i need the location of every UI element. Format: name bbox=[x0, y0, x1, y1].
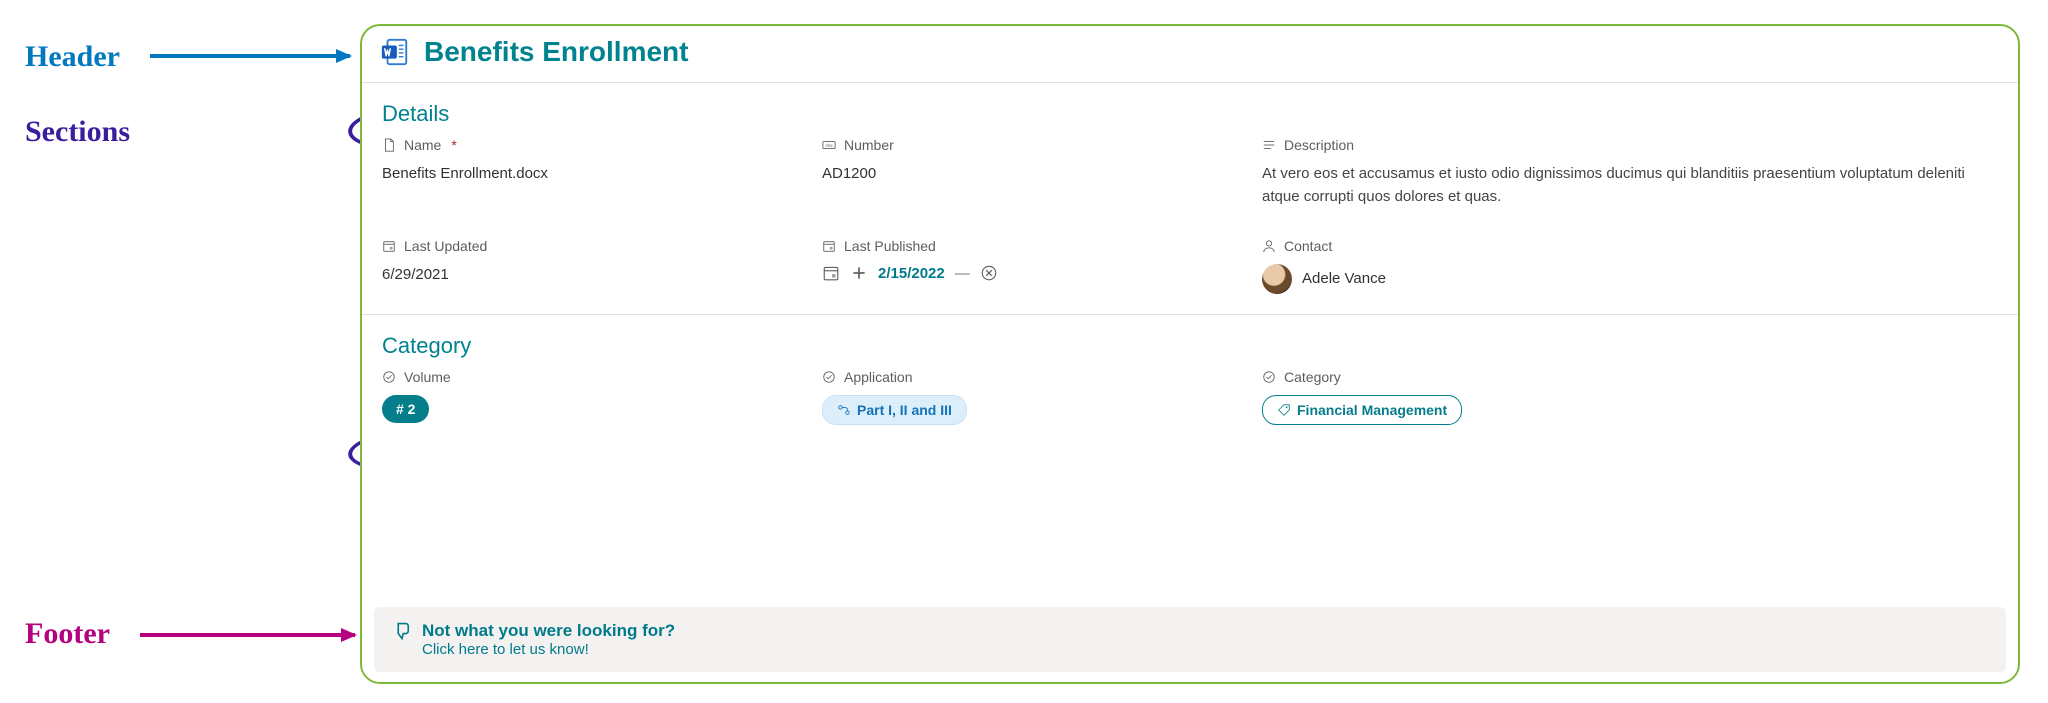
section-heading-category: Category bbox=[362, 315, 2018, 369]
avatar[interactable] bbox=[1262, 264, 1292, 294]
person-icon bbox=[1262, 239, 1276, 253]
category-grid: Volume # 2 Application Part I, II and II… bbox=[362, 369, 2018, 445]
field-last-published-value[interactable]: 2/15/2022 bbox=[878, 265, 945, 282]
footer-feedback-link[interactable]: Click here to let us know! bbox=[422, 641, 589, 658]
footer-question: Not what you were looking for? bbox=[422, 621, 675, 641]
field-description: Description At vero eos et accusamus et … bbox=[1262, 137, 1998, 208]
flow-icon bbox=[837, 403, 851, 417]
panel-footer: Not what you were looking for? Click her… bbox=[374, 607, 2006, 672]
abc-icon: Abc bbox=[822, 138, 836, 152]
annotation-header-label: Header bbox=[25, 40, 120, 74]
field-category-label: Category bbox=[1284, 369, 1341, 385]
lines-icon bbox=[1262, 138, 1276, 152]
check-circle-icon bbox=[382, 370, 396, 384]
field-volume-label: Volume bbox=[404, 369, 451, 385]
field-last-updated-value[interactable]: 6/29/2021 bbox=[382, 264, 802, 287]
clear-date-icon[interactable] bbox=[980, 264, 998, 282]
field-contact-label: Contact bbox=[1284, 238, 1332, 254]
form-panel: Benefits Enrollment Details Name * Benef… bbox=[360, 24, 2020, 684]
word-doc-icon bbox=[380, 37, 410, 67]
volume-badge-text: # 2 bbox=[396, 401, 415, 417]
field-name-label: Name bbox=[404, 137, 441, 153]
calendar-icon bbox=[382, 239, 396, 253]
application-badge[interactable]: Part I, II and III bbox=[822, 395, 967, 425]
panel-header: Benefits Enrollment bbox=[362, 26, 2018, 83]
annotation-sections-label: Sections bbox=[25, 115, 130, 149]
volume-badge[interactable]: # 2 bbox=[382, 395, 429, 423]
page-title: Benefits Enrollment bbox=[424, 36, 688, 68]
field-name: Name * Benefits Enrollment.docx bbox=[382, 137, 802, 208]
check-circle-icon bbox=[822, 370, 836, 384]
thumbs-down-icon bbox=[392, 621, 412, 641]
field-last-published-label: Last Published bbox=[844, 238, 936, 254]
field-last-updated-label: Last Updated bbox=[404, 238, 487, 254]
check-circle-icon bbox=[1262, 370, 1276, 384]
calendar-picker-icon[interactable] bbox=[822, 264, 840, 282]
plus-icon[interactable] bbox=[850, 264, 868, 282]
field-volume: Volume # 2 bbox=[382, 369, 802, 425]
annotation-footer-label: Footer bbox=[25, 617, 110, 651]
details-grid: Name * Benefits Enrollment.docx Abc Numb… bbox=[362, 137, 2018, 314]
field-last-published: Last Published 2/15/2022 — bbox=[822, 238, 1242, 294]
field-name-value[interactable]: Benefits Enrollment.docx bbox=[382, 163, 802, 186]
category-badge-text: Financial Management bbox=[1297, 402, 1447, 418]
field-contact-value[interactable]: Adele Vance bbox=[1302, 268, 1386, 291]
field-application-label: Application bbox=[844, 369, 913, 385]
field-category: Category Financial Management bbox=[1262, 369, 1998, 425]
field-description-value[interactable]: At vero eos et accusamus et iusto odio d… bbox=[1262, 163, 1998, 208]
field-number-value[interactable]: AD1200 bbox=[822, 163, 1242, 186]
separator-dash: — bbox=[955, 265, 970, 282]
field-contact: Contact Adele Vance bbox=[1262, 238, 1998, 294]
calendar-icon bbox=[822, 239, 836, 253]
section-heading-details: Details bbox=[362, 83, 2018, 137]
required-asterisk: * bbox=[451, 137, 456, 153]
file-icon bbox=[382, 138, 396, 152]
tag-icon bbox=[1277, 403, 1291, 417]
annotation-footer-arrow bbox=[140, 633, 355, 637]
annotation-header-arrow bbox=[150, 54, 350, 58]
field-last-updated: Last Updated 6/29/2021 bbox=[382, 238, 802, 294]
application-badge-text: Part I, II and III bbox=[857, 402, 952, 418]
svg-text:Abc: Abc bbox=[825, 143, 833, 148]
field-number-label: Number bbox=[844, 137, 894, 153]
field-application: Application Part I, II and III bbox=[822, 369, 1242, 425]
category-badge[interactable]: Financial Management bbox=[1262, 395, 1462, 425]
field-description-label: Description bbox=[1284, 137, 1354, 153]
field-number: Abc Number AD1200 bbox=[822, 137, 1242, 208]
